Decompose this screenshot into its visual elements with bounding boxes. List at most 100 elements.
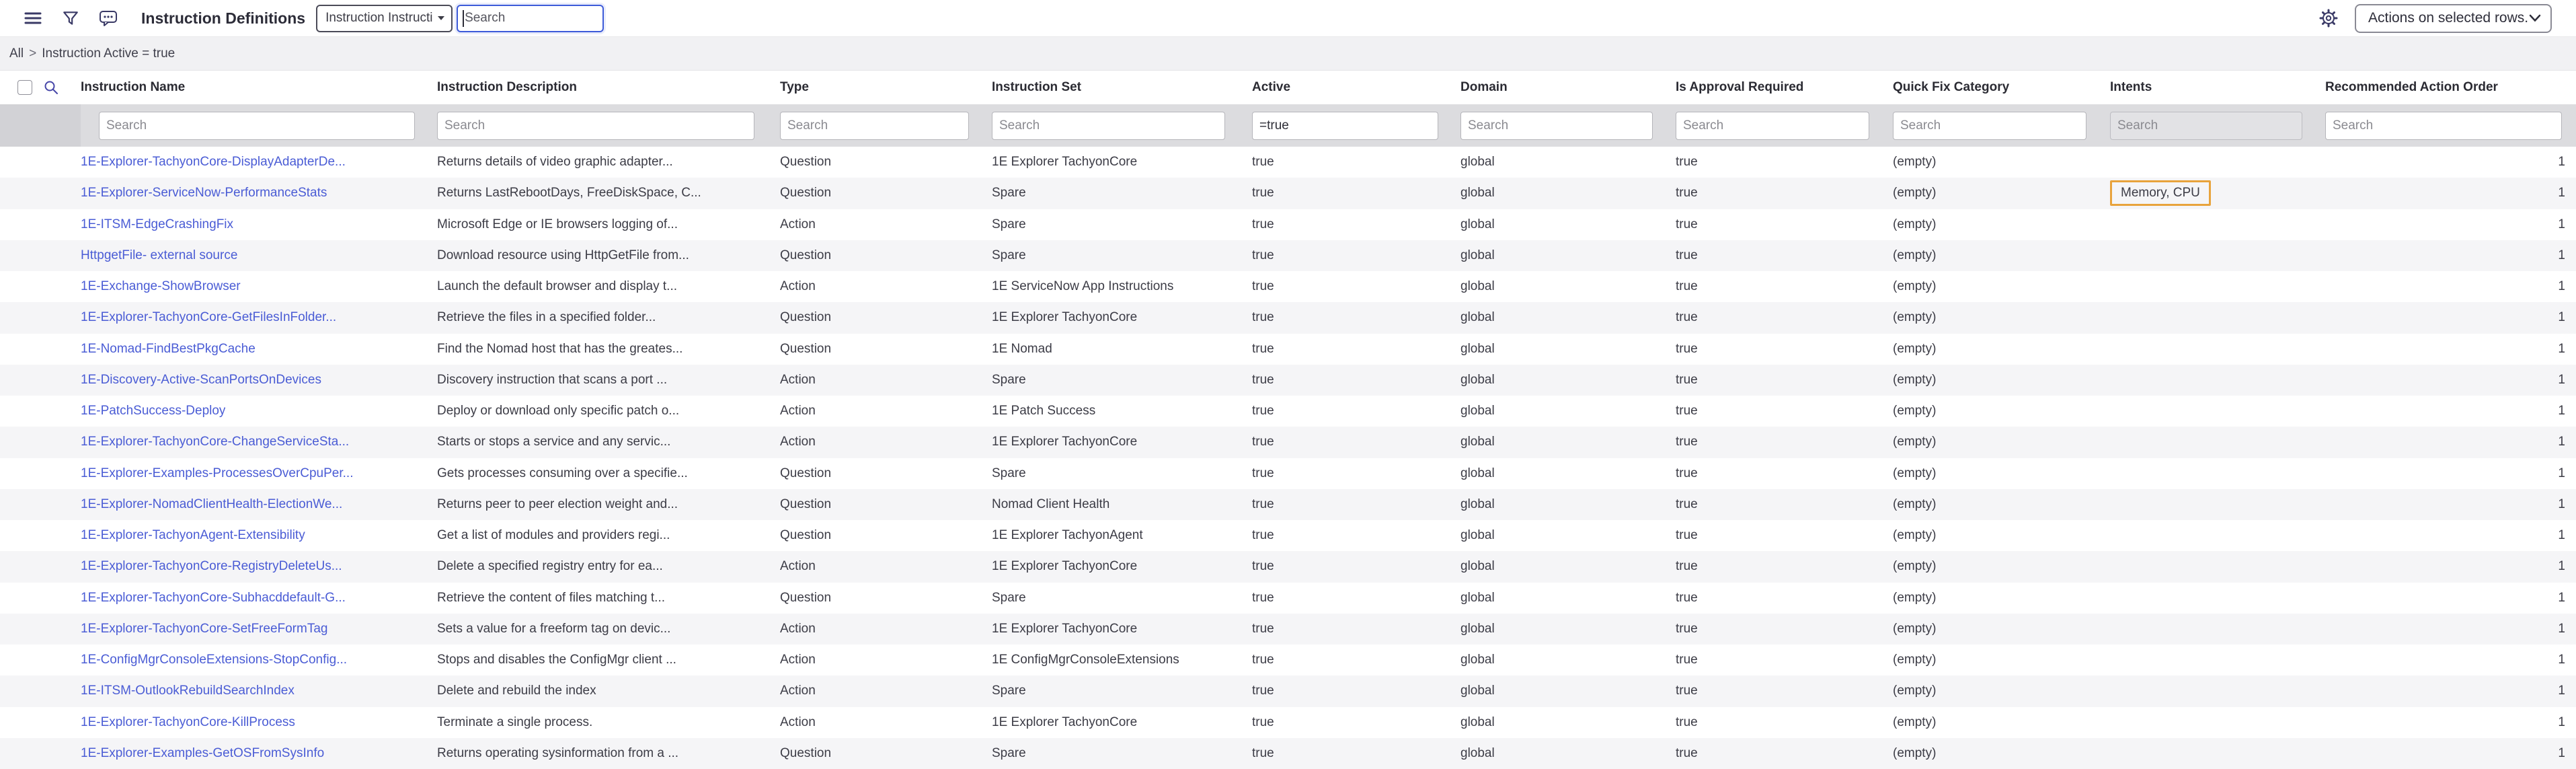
cell-name: 1E-Explorer-NomadClientHealth-ElectionWe… — [81, 489, 437, 520]
instruction-name-link[interactable]: HttpgetFile- external source — [81, 248, 237, 263]
column-header-is-approval-required[interactable]: Is Approval Required — [1676, 71, 1893, 104]
table-row: 1E-PatchSuccess-DeployDeploy or download… — [0, 396, 2576, 427]
instruction-name-link[interactable]: 1E-ITSM-OutlookRebuildSearchIndex — [81, 684, 295, 698]
search-input[interactable] — [457, 5, 604, 32]
filter-input-instruction-set[interactable] — [992, 112, 1225, 140]
instruction-name-link[interactable]: 1E-Explorer-TachyonAgent-Extensibility — [81, 528, 305, 543]
cell-description: Delete a specified registry entry for ea… — [437, 551, 780, 582]
cell-quick_fix: (empty) — [1893, 178, 2110, 209]
instruction-name-link[interactable]: 1E-Explorer-TachyonCore-Subhacddefault-G… — [81, 591, 346, 606]
cell-type: Question — [780, 583, 992, 614]
table-row: 1E-Explorer-TachyonCore-Subhacddefault-G… — [0, 583, 2576, 614]
cell-active: true — [1252, 551, 1460, 582]
cell-checkbox — [0, 209, 81, 240]
column-header-intents[interactable]: Intents — [2110, 71, 2325, 104]
instruction-name-link[interactable]: 1E-Explorer-TachyonCore-RegistryDeleteUs… — [81, 559, 342, 574]
search-icon[interactable] — [43, 79, 59, 96]
cell-description: Returns operating sysinformation from a … — [437, 738, 780, 769]
cell-approval: true — [1676, 178, 1893, 209]
filter-input-recommended-action-order[interactable] — [2325, 112, 2562, 140]
toolbar-search — [457, 5, 604, 32]
column-header-active[interactable]: Active — [1252, 71, 1460, 104]
menu-icon[interactable] — [23, 8, 43, 28]
column-header-type[interactable]: Type — [780, 71, 992, 104]
column-header-recommended-action-order[interactable]: Recommended Action Order — [2325, 71, 2576, 104]
breadcrumb-root[interactable]: All — [9, 46, 24, 61]
column-header-domain[interactable]: Domain — [1460, 71, 1676, 104]
instruction-name-link[interactable]: 1E-Nomad-FindBestPkgCache — [81, 342, 256, 357]
filter-input-quick-fix-category[interactable] — [1893, 112, 2086, 140]
column-header-instruction-description[interactable]: Instruction Description — [437, 71, 780, 104]
cell-active: true — [1252, 427, 1460, 457]
table-body: 1E-Explorer-TachyonCore-DisplayAdapterDe… — [0, 147, 2576, 769]
gear-icon[interactable] — [2318, 8, 2339, 28]
instruction-name-link[interactable]: 1E-Explorer-TachyonCore-SetFreeFormTag — [81, 622, 327, 636]
cell-active: true — [1252, 178, 1460, 209]
column-header-instruction-name[interactable]: Instruction Name — [81, 71, 437, 104]
filter-icon[interactable] — [61, 8, 81, 28]
cell-domain: global — [1460, 707, 1676, 738]
cell-description: Download resource using HttpGetFile from… — [437, 240, 780, 271]
cell-approval: true — [1676, 707, 1893, 738]
cell-type: Action — [780, 614, 992, 645]
column-header-quick-fix-category[interactable]: Quick Fix Category — [1893, 71, 2110, 104]
filter-input-type[interactable] — [780, 112, 969, 140]
cell-type: Question — [780, 302, 992, 333]
cell-intents — [2110, 365, 2325, 396]
cell-intents — [2110, 427, 2325, 457]
cell-intents — [2110, 302, 2325, 333]
instruction-name-link[interactable]: 1E-Explorer-TachyonCore-DisplayAdapterDe… — [81, 155, 346, 170]
filter-cell-empty — [0, 104, 81, 147]
instruction-name-link[interactable]: 1E-Explorer-ServiceNow-PerformanceStats — [81, 186, 327, 200]
cell-name: 1E-Explorer-TachyonCore-SetFreeFormTag — [81, 614, 437, 645]
instruction-name-link[interactable]: 1E-Explorer-TachyonCore-ChangeServiceSta… — [81, 435, 349, 449]
table-row: 1E-Explorer-TachyonCore-ChangeServiceSta… — [0, 427, 2576, 457]
cell-active: true — [1252, 520, 1460, 551]
table-row: 1E-Nomad-FindBestPkgCacheFind the Nomad … — [0, 334, 2576, 365]
comment-icon[interactable] — [98, 8, 118, 28]
instruction-name-link[interactable]: 1E-Explorer-Examples-GetOSFromSysInfo — [81, 746, 324, 761]
cell-description: Sets a value for a freeform tag on devic… — [437, 614, 780, 645]
select-all-checkbox[interactable] — [17, 80, 32, 95]
cell-name: 1E-Nomad-FindBestPkgCache — [81, 334, 437, 365]
view-type-dropdown[interactable]: Instruction Instructi — [316, 5, 453, 32]
cell-checkbox — [0, 675, 81, 706]
cell-domain: global — [1460, 738, 1676, 769]
table-row: 1E-Discovery-Active-ScanPortsOnDevices Di… — [0, 365, 2576, 396]
cell-name: 1E-PatchSuccess-Deploy — [81, 396, 437, 427]
cell-name: 1E-Explorer-Examples-GetOSFromSysInfo — [81, 738, 437, 769]
column-header-instruction-set[interactable]: Instruction Set — [992, 71, 1252, 104]
cell-quick_fix: (empty) — [1893, 334, 2110, 365]
instruction-name-link[interactable]: 1E-Explorer-TachyonCore-GetFilesInFolder… — [81, 310, 336, 325]
cell-description: Microsoft Edge or IE browsers logging of… — [437, 209, 780, 240]
cell-active: true — [1252, 240, 1460, 271]
instruction-name-link[interactable]: 1E-ConfigMgrConsoleExtensions-StopConfig… — [81, 653, 347, 667]
instruction-name-link[interactable]: 1E-PatchSuccess-Deploy — [81, 404, 225, 418]
cell-approval: true — [1676, 583, 1893, 614]
cell-quick_fix: (empty) — [1893, 458, 2110, 489]
actions-on-selected-rows-dropdown[interactable]: Actions on selected rows... — [2355, 4, 2552, 33]
instruction-name-link[interactable]: 1E-Explorer-Examples-ProcessesOverCpuPer… — [81, 466, 353, 481]
instruction-name-link[interactable]: 1E-Discovery-Active-ScanPortsOnDevices — [81, 373, 321, 388]
cell-quick_fix: (empty) — [1893, 427, 2110, 457]
instruction-name-link[interactable]: 1E-ITSM-EdgeCrashingFix — [81, 217, 233, 232]
cell-description: Discovery instruction that scans a port … — [437, 365, 780, 396]
filter-input-domain[interactable] — [1460, 112, 1653, 140]
cell-active: true — [1252, 707, 1460, 738]
instruction-name-link[interactable]: 1E-Explorer-NomadClientHealth-ElectionWe… — [81, 497, 342, 512]
cell-type: Question — [780, 334, 992, 365]
cell-name: 1E-Explorer-ServiceNow-PerformanceStats — [81, 178, 437, 209]
filter-input-instruction-name[interactable] — [99, 112, 415, 140]
cell-name: 1E-ITSM-OutlookRebuildSearchIndex — [81, 675, 437, 706]
instruction-name-link[interactable]: 1E-Exchange-ShowBrowser — [81, 279, 241, 294]
instruction-name-link[interactable]: 1E-Explorer-TachyonCore-KillProcess — [81, 715, 295, 730]
cell-set: 1E Patch Success — [992, 396, 1252, 427]
cell-approval: true — [1676, 489, 1893, 520]
cell-active: true — [1252, 614, 1460, 645]
filter-input-is-approval-required[interactable] — [1676, 112, 1869, 140]
filter-input-instruction-description[interactable] — [437, 112, 754, 140]
cell-domain: global — [1460, 583, 1676, 614]
filter-input-active[interactable] — [1252, 112, 1438, 140]
cell-active: true — [1252, 675, 1460, 706]
cell-domain: global — [1460, 520, 1676, 551]
